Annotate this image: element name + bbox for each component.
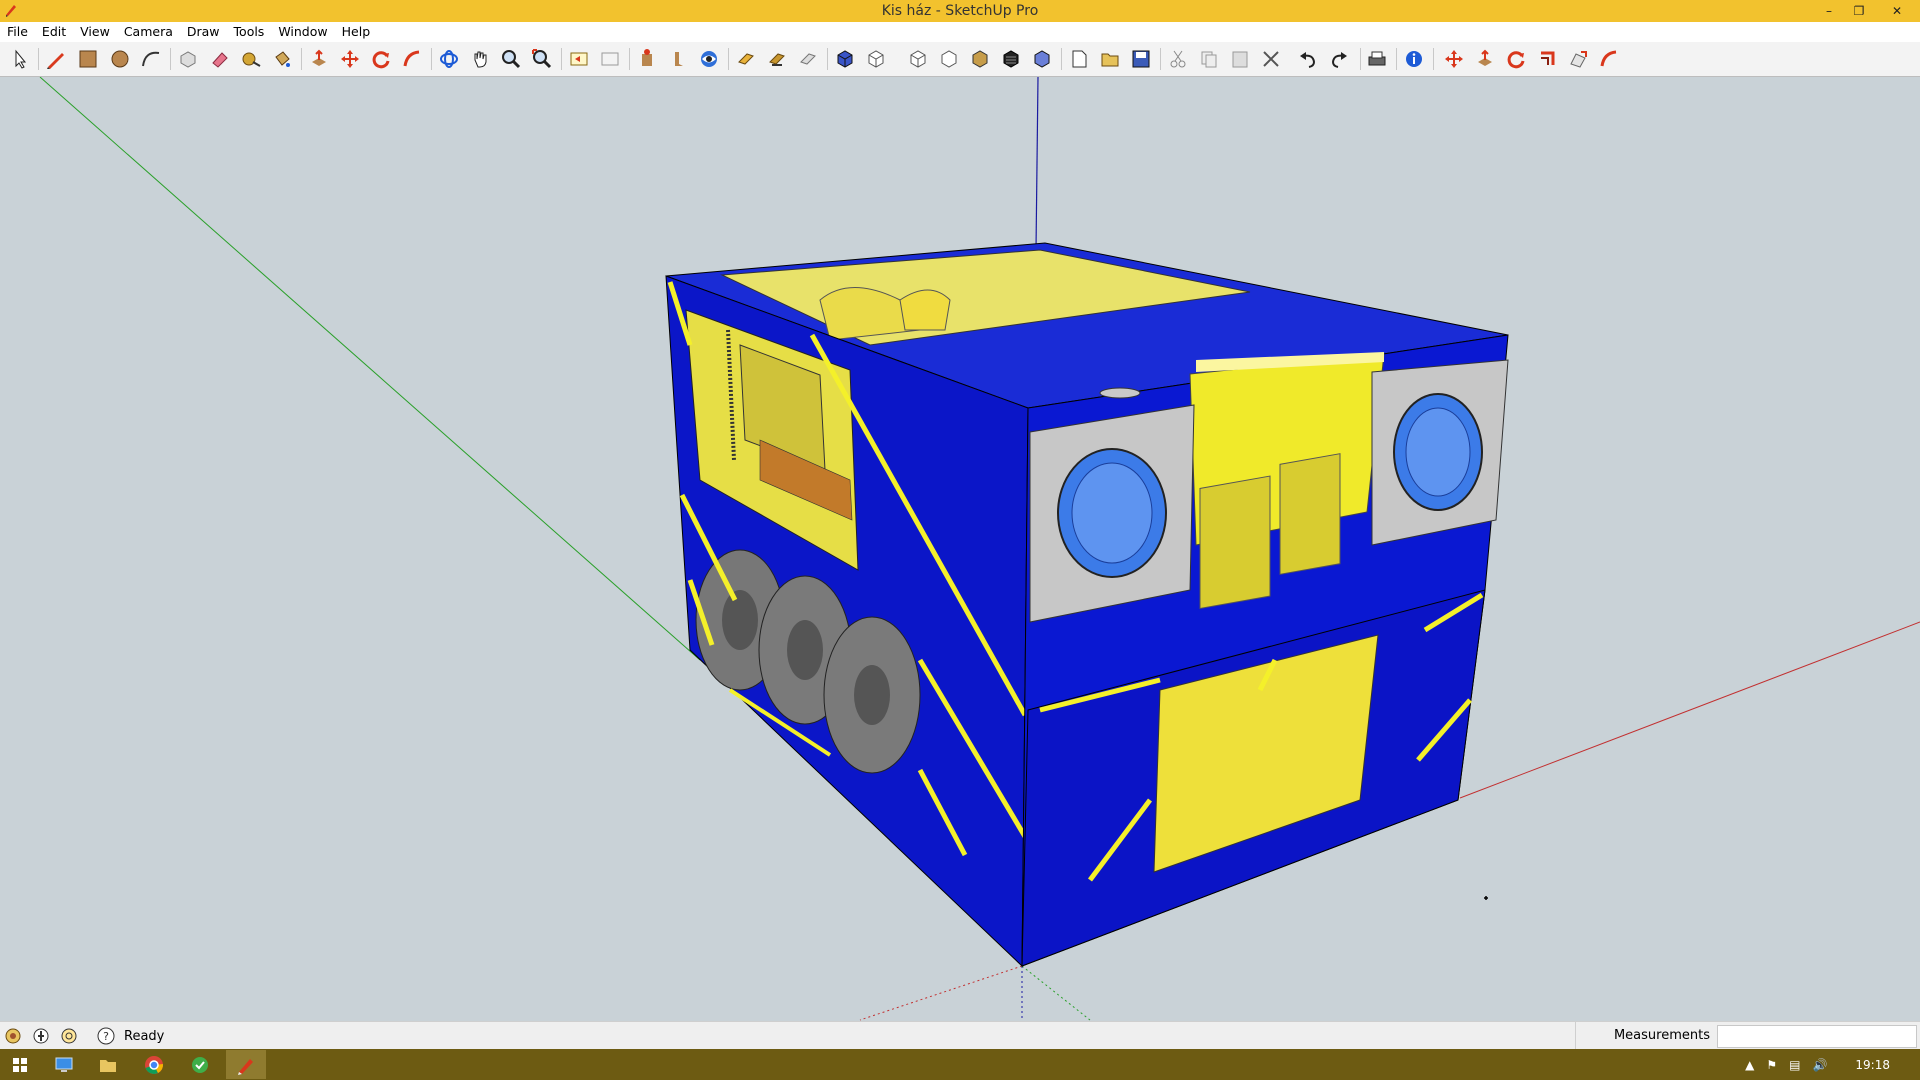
rotate-2-icon[interactable] (1504, 47, 1528, 71)
pencil-line-icon[interactable] (44, 47, 68, 71)
right-view-icon[interactable] (937, 47, 961, 71)
status-text: Ready (124, 1029, 165, 1044)
network-icon[interactable]: ▤ (1789, 1058, 1800, 1072)
menu-window[interactable]: Window (271, 22, 334, 42)
restore-button[interactable]: ❐ (1844, 0, 1874, 22)
move-icon[interactable] (338, 47, 362, 71)
scale-icon[interactable] (1442, 47, 1466, 71)
section-plane-icon[interactable] (734, 47, 758, 71)
close-button[interactable]: ✕ (1874, 0, 1920, 22)
arc-icon[interactable] (139, 47, 163, 71)
make-component-icon[interactable] (176, 47, 200, 71)
push-pull-icon[interactable] (307, 47, 331, 71)
zoom-extents-icon[interactable] (530, 47, 554, 71)
title-bar: Kis ház - SketchUp Pro – ❐ ✕ (0, 0, 1920, 22)
rectangle-icon[interactable] (76, 47, 100, 71)
vpn-app-icon[interactable] (180, 1050, 220, 1079)
cursor (1484, 896, 1488, 900)
menu-tools[interactable]: Tools (227, 22, 272, 42)
undo-icon[interactable] (1296, 47, 1320, 71)
open-icon[interactable] (1098, 47, 1122, 71)
menu-help[interactable]: Help (335, 22, 378, 42)
system-tray: ▲ ⚑ ▤ 🔊 19:18 (1739, 1049, 1920, 1080)
minimize-button[interactable]: – (1814, 0, 1844, 22)
menu-view[interactable]: View (73, 22, 117, 42)
eraser-icon[interactable] (208, 47, 232, 71)
cut-icon[interactable] (1166, 47, 1190, 71)
next-view-icon[interactable] (598, 47, 622, 71)
section-cut-icon[interactable] (796, 47, 820, 71)
circle-icon[interactable] (108, 47, 132, 71)
walk-icon[interactable] (666, 47, 690, 71)
menu-camera[interactable]: Camera (117, 22, 180, 42)
erase-icon[interactable] (1259, 47, 1283, 71)
left-view-icon[interactable] (999, 47, 1023, 71)
tape-measure-icon[interactable] (239, 47, 263, 71)
credits-icon[interactable] (32, 1027, 50, 1045)
model-info-icon[interactable] (1402, 47, 1426, 71)
new-icon[interactable] (1067, 47, 1091, 71)
position-camera-icon[interactable] (635, 47, 659, 71)
green-axis (39, 77, 701, 661)
follow-me-2-icon[interactable] (1597, 47, 1621, 71)
front-left-fan-grille (1029, 404, 1195, 623)
paint-bucket-icon[interactable] (270, 47, 294, 71)
print-icon[interactable] (1365, 47, 1389, 71)
user-account-icon[interactable] (60, 1027, 78, 1045)
chrome-icon[interactable] (134, 1050, 174, 1079)
green-axis-hidden (1021, 965, 1091, 1021)
menu-edit[interactable]: Edit (35, 22, 73, 42)
display-section-icon[interactable] (765, 47, 789, 71)
windows-start-icon[interactable] (0, 1050, 40, 1079)
window-title: Kis ház - SketchUp Pro (881, 3, 1039, 19)
back-view-icon[interactable] (968, 47, 992, 71)
front-view-icon[interactable] (906, 47, 930, 71)
model-viewport[interactable] (0, 77, 1920, 1021)
orbit-icon[interactable] (437, 47, 461, 71)
help-icon[interactable]: ? (97, 1027, 115, 1045)
zoom-icon[interactable] (499, 47, 523, 71)
top-view-icon[interactable] (864, 47, 888, 71)
desktop-icon[interactable] (44, 1050, 84, 1079)
main-toolbar (0, 42, 1920, 77)
push-pull-2-icon[interactable] (1473, 47, 1497, 71)
model-canvas[interactable] (0, 77, 1920, 1021)
measurements-label: Measurements (1575, 1022, 1716, 1050)
tray-expand-icon[interactable]: ▲ (1745, 1058, 1754, 1072)
iso-view-icon[interactable] (833, 47, 857, 71)
geo-location-icon[interactable] (4, 1027, 22, 1045)
follow-me-icon[interactable] (400, 47, 424, 71)
look-around-icon[interactable] (697, 47, 721, 71)
windows-taskbar: ▲ ⚑ ▤ 🔊 19:18 (0, 1049, 1920, 1080)
menu-file[interactable]: File (0, 22, 35, 42)
copy-icon[interactable] (1197, 47, 1221, 71)
sketchup-icon[interactable] (226, 1050, 266, 1079)
blue-axis (1035, 77, 1039, 251)
menu-draw[interactable]: Draw (180, 22, 227, 42)
taskbar-clock[interactable]: 19:18 (1855, 1058, 1890, 1072)
svg-text:?: ? (103, 1030, 109, 1043)
previous-view-icon[interactable] (567, 47, 591, 71)
measurements-input[interactable] (1717, 1025, 1917, 1048)
offset-icon[interactable] (1535, 47, 1559, 71)
computer-case-model[interactable] (665, 242, 1509, 968)
red-axis-hidden (859, 965, 1023, 1021)
save-icon[interactable] (1129, 47, 1153, 71)
menu-bar: File Edit View Camera Draw Tools Window … (0, 22, 1920, 42)
bottom-view-icon[interactable] (1030, 47, 1054, 71)
select-tool-icon[interactable] (8, 47, 32, 71)
red-axis (1459, 621, 1920, 799)
action-center-flag-icon[interactable]: ⚑ (1766, 1058, 1777, 1072)
outer-shell-icon[interactable] (1566, 47, 1590, 71)
file-explorer-icon[interactable] (88, 1050, 128, 1079)
pan-icon[interactable] (468, 47, 492, 71)
status-bar: ? Ready Measurements (0, 1021, 1920, 1050)
rotate-icon[interactable] (369, 47, 393, 71)
front-right-fan-grille (1371, 359, 1509, 546)
paste-icon[interactable] (1228, 47, 1252, 71)
volume-icon[interactable]: 🔊 (1812, 1058, 1827, 1072)
redo-icon[interactable] (1327, 47, 1351, 71)
